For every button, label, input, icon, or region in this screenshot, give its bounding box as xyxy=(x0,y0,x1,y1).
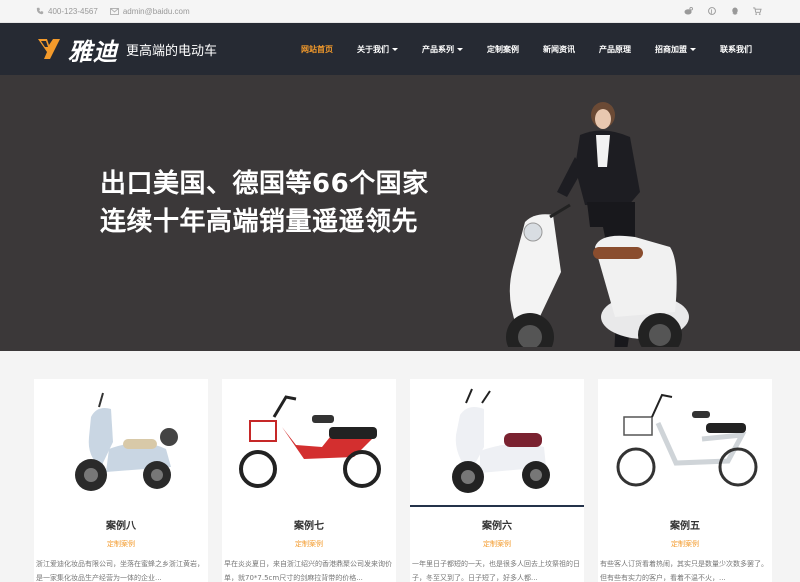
qq-icon[interactable] xyxy=(730,6,739,16)
case-title[interactable]: 案例八 xyxy=(34,517,208,532)
scooter-image xyxy=(452,388,550,493)
weibo-icon[interactable] xyxy=(684,7,693,16)
brand-name: 雅迪 xyxy=(68,37,118,66)
case-list: 案例八 定制案例 浙江爱迪化妆品有限公司，坐落在蜜蜂之乡浙江黄岩，是一家集化妆品… xyxy=(0,351,800,582)
nav-item-franchise[interactable]: 招商加盟 xyxy=(643,23,708,75)
nav-item-cases[interactable]: 定制案例 xyxy=(475,23,531,75)
hero-headline: 出口美国、德国等66个国家 连续十年高端销量遥遥领先 xyxy=(100,165,429,241)
nav-item-home[interactable]: 网站首页 xyxy=(289,23,345,75)
logo-mark-icon xyxy=(38,39,60,59)
nav-menu: 网站首页 关于我们 产品系列 定制案例 新闻资讯 产品原理 招商加盟 联系我们 xyxy=(289,23,764,75)
main-navbar: 雅迪 更高端的电动车 网站首页 关于我们 产品系列 定制案例 新闻资讯 产品原理… xyxy=(0,23,800,75)
case-image[interactable] xyxy=(598,379,772,507)
case-category[interactable]: 定制案例 xyxy=(34,539,208,549)
mail-icon xyxy=(109,7,119,15)
case-card[interactable]: 案例七 定制案例 早在炎炎夏日，来自浙江绍兴的香港鼎聚公司发来询价单，就70*7… xyxy=(222,379,396,582)
site-logo[interactable]: 雅迪 更高端的电动车 xyxy=(36,32,217,67)
email-address: admin@baidu.com xyxy=(122,6,190,16)
nav-item-about[interactable]: 关于我们 xyxy=(345,23,410,75)
pinterest-icon[interactable] xyxy=(707,7,716,16)
nav-item-news[interactable]: 新闻资讯 xyxy=(531,23,587,75)
nav-item-principles[interactable]: 产品原理 xyxy=(587,23,643,75)
scooter-image xyxy=(75,392,178,491)
hero-line-2: 连续十年高端销量遥遥领先 xyxy=(100,207,419,237)
case-title[interactable]: 案例七 xyxy=(222,517,396,532)
phone-icon xyxy=(36,7,44,15)
hero-scooter-rider-image xyxy=(506,102,689,347)
nav-item-contact[interactable]: 联系我们 xyxy=(708,23,764,75)
case-description: 浙江爱迪化妆品有限公司，坐落在蜜蜂之乡浙江黄岩，是一家集化妆品生产经营为一体的企… xyxy=(36,560,204,582)
case-description: 早在炎炎夏日，来自浙江绍兴的香港鼎聚公司发来询价单，就70*7.5cm尺寸的剑麻… xyxy=(224,560,392,582)
case-title[interactable]: 案例五 xyxy=(598,517,772,532)
brand-slogan: 更高端的电动车 xyxy=(126,43,218,59)
ebike-image xyxy=(616,393,758,487)
case-category[interactable]: 定制案例 xyxy=(410,539,584,549)
chevron-down-icon xyxy=(392,47,398,51)
chevron-down-icon xyxy=(457,47,463,51)
hero-line-1: 出口美国、德国等66个国家 xyxy=(100,169,429,199)
phone-number: 400-123-4567 xyxy=(48,6,98,16)
nav-item-products[interactable]: 产品系列 xyxy=(410,23,475,75)
chevron-down-icon xyxy=(690,47,696,51)
top-bar: 400-123-4567 admin@baidu.com xyxy=(0,0,800,23)
case-card[interactable]: 案例八 定制案例 浙江爱迪化妆品有限公司，坐落在蜜蜂之乡浙江黄岩，是一家集化妆品… xyxy=(34,379,208,582)
case-image[interactable] xyxy=(410,379,584,507)
case-description: 有些客人订货看着热闹，其实只是数量少次数多罢了。但有些有实力的客户，看着不温不火… xyxy=(600,560,768,582)
case-image[interactable] xyxy=(222,379,396,507)
cart-icon[interactable] xyxy=(753,7,762,16)
case-card[interactable]: 案例五 定制案例 有些客人订货看着热闹，其实只是数量少次数多罢了。但有些有实力的… xyxy=(598,379,772,582)
case-image[interactable] xyxy=(34,379,208,507)
case-category[interactable]: 定制案例 xyxy=(222,539,396,549)
case-card[interactable]: 案例六 定制案例 一年里日子都短的一天，也是很多人回去上坟祭祖的日子，冬至又到了… xyxy=(410,379,584,582)
case-category[interactable]: 定制案例 xyxy=(598,539,772,549)
hero-banner[interactable]: 出口美国、德国等66个国家 连续十年高端销量遥遥领先 xyxy=(0,75,800,351)
phone-contact: 400-123-4567 xyxy=(36,7,98,16)
ebike-image xyxy=(239,395,381,488)
email-contact: admin@baidu.com xyxy=(109,6,190,16)
case-description: 一年里日子都短的一天，也是很多人回去上坟祭祖的日子，冬至又到了。日子短了，好多人… xyxy=(412,560,580,582)
case-title[interactable]: 案例六 xyxy=(410,517,584,532)
